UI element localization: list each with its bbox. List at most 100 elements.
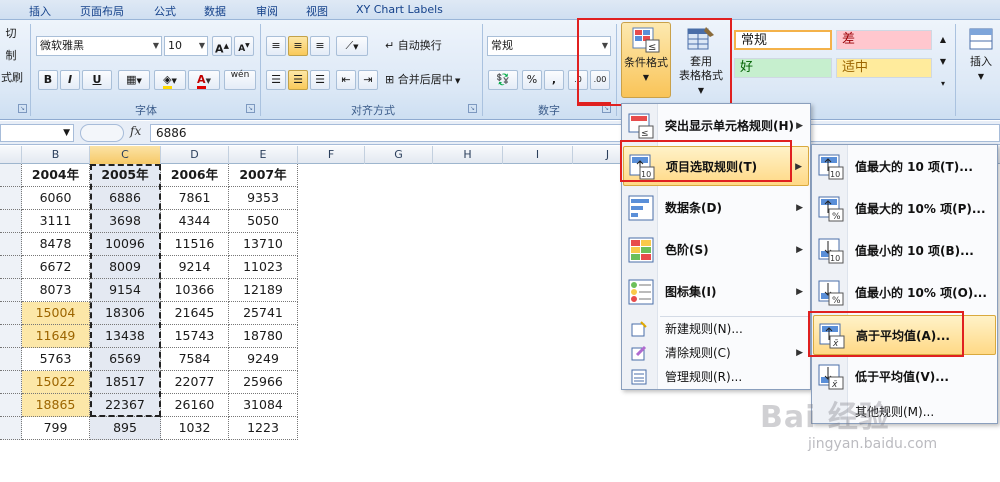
align-center-button[interactable]: ☰	[288, 70, 308, 90]
row-header[interactable]	[0, 279, 22, 302]
table-cell[interactable]: 11649	[22, 325, 90, 348]
menu-item-bottom-10-percent[interactable]: % 值最小的 10% 项(O)...	[813, 273, 996, 313]
cell-style-bad[interactable]: 差	[836, 30, 932, 50]
table-header-cell[interactable]: 2004年	[22, 164, 90, 187]
comma-style-button[interactable]: ,	[544, 70, 564, 90]
tab-data[interactable]: 数据	[204, 3, 226, 19]
table-cell[interactable]: 9154	[90, 279, 161, 302]
format-painter-button[interactable]: 式刷	[0, 68, 24, 88]
menu-item-new-rule[interactable]: 新建规则(N)...	[623, 318, 809, 341]
orientation-button[interactable]: ⟋▼	[336, 36, 368, 56]
align-top-button[interactable]: ≡	[266, 36, 286, 56]
cell-style-normal[interactable]: 常规	[734, 30, 832, 50]
menu-item-color-scales[interactable]: 色阶(S) ▶	[623, 230, 809, 270]
table-cell[interactable]: 8073	[22, 279, 90, 302]
row-header[interactable]	[0, 348, 22, 371]
menu-item-below-average[interactable]: x̄ 低于平均值(V)...	[813, 357, 996, 397]
table-cell[interactable]: 3698	[90, 210, 161, 233]
tab-formulas[interactable]: 公式	[154, 3, 176, 19]
menu-item-data-bars[interactable]: 数据条(D) ▶	[623, 188, 809, 228]
table-header-cell[interactable]: 2005年	[90, 164, 161, 187]
table-cell[interactable]: 9249	[229, 348, 298, 371]
table-cell[interactable]: 799	[22, 417, 90, 440]
grow-font-button[interactable]: A▲	[212, 36, 232, 56]
cell-style-good[interactable]: 好	[734, 58, 832, 78]
table-cell[interactable]: 13438	[90, 325, 161, 348]
fill-color-button[interactable]: ◈▼	[154, 70, 186, 90]
table-cell[interactable]: 6060	[22, 187, 90, 210]
column-header-d[interactable]: D	[161, 146, 229, 164]
tab-insert[interactable]: 插入	[29, 3, 51, 19]
table-cell[interactable]: 8009	[90, 256, 161, 279]
table-cell[interactable]: 15022	[22, 371, 90, 394]
tab-page-layout[interactable]: 页面布局	[80, 3, 124, 19]
align-middle-button[interactable]: ≡	[288, 36, 308, 56]
table-cell[interactable]: 9353	[229, 187, 298, 210]
align-bottom-button[interactable]: ≡	[310, 36, 330, 56]
number-format-combo[interactable]: 常规 ▼	[487, 36, 611, 56]
row-header[interactable]	[0, 325, 22, 348]
table-cell[interactable]: 7861	[161, 187, 229, 210]
table-cell[interactable]: 18865	[22, 394, 90, 417]
font-name-combo[interactable]: 微软雅黑 ▼	[36, 36, 162, 56]
table-cell[interactable]: 895	[90, 417, 161, 440]
phonetic-button[interactable]: wén	[224, 70, 256, 90]
menu-item-icon-sets[interactable]: 图标集(I) ▶	[623, 272, 809, 312]
table-cell[interactable]: 13710	[229, 233, 298, 256]
cell-style-neutral[interactable]: 适中	[836, 58, 932, 78]
tab-xy-chart-labels[interactable]: XY Chart Labels	[356, 3, 443, 16]
menu-item-top-10-items[interactable]: 10 值最大的 10 项(T)...	[813, 147, 996, 187]
table-cell[interactable]: 11516	[161, 233, 229, 256]
table-cell[interactable]: 1223	[229, 417, 298, 440]
conditional-formatting-button[interactable]: ≤ 条件格式 ▼	[621, 22, 671, 98]
column-header-g[interactable]: G	[365, 146, 433, 164]
cut-button[interactable]: 切	[0, 24, 22, 44]
column-header-b[interactable]: B	[22, 146, 90, 164]
table-cell[interactable]: 22077	[161, 371, 229, 394]
insert-function-icon[interactable]: fx	[130, 124, 141, 138]
menu-item-clear-rules[interactable]: 清除规则(C) ▶	[623, 342, 809, 365]
row-header[interactable]	[0, 394, 22, 417]
column-header-h[interactable]: H	[433, 146, 503, 164]
column-header-c[interactable]: C	[90, 146, 161, 164]
menu-item-above-average[interactable]: x̄ 高于平均值(A)...	[813, 315, 996, 355]
align-right-button[interactable]: ☰	[310, 70, 330, 90]
font-launcher-icon[interactable]: ↘	[246, 104, 255, 113]
font-color-button[interactable]: A▼	[188, 70, 220, 90]
shrink-font-button[interactable]: A▼	[234, 36, 254, 56]
table-cell[interactable]: 22367	[90, 394, 161, 417]
table-cell[interactable]: 26160	[161, 394, 229, 417]
underline-button[interactable]: U	[82, 70, 112, 90]
table-cell[interactable]: 6672	[22, 256, 90, 279]
menu-item-top-bottom-rules[interactable]: 10 项目选取规则(T) ▶	[623, 146, 809, 186]
table-header-cell[interactable]: 2006年	[161, 164, 229, 187]
alignment-launcher-icon[interactable]: ↘	[468, 104, 477, 113]
styles-more-icon[interactable]: ▾	[936, 74, 950, 94]
percent-button[interactable]: %	[522, 70, 542, 90]
menu-item-highlight-cells-rules[interactable]: ≤ 突出显示单元格规则(H) ▶	[623, 106, 809, 146]
table-cell[interactable]: 25966	[229, 371, 298, 394]
row-header[interactable]	[0, 417, 22, 440]
row-header[interactable]	[0, 187, 22, 210]
table-cell[interactable]: 10096	[90, 233, 161, 256]
styles-scroll-down-icon[interactable]: ▼	[936, 52, 950, 72]
row-header[interactable]	[0, 302, 22, 325]
table-cell[interactable]: 3111	[22, 210, 90, 233]
tab-review[interactable]: 审阅	[256, 3, 278, 19]
align-left-button[interactable]: ☰	[266, 70, 286, 90]
table-cell[interactable]: 18517	[90, 371, 161, 394]
table-cell[interactable]: 18306	[90, 302, 161, 325]
font-size-combo[interactable]: 10 ▼	[164, 36, 208, 56]
table-cell[interactable]: 1032	[161, 417, 229, 440]
wrap-text-button[interactable]: ↵ 自动换行	[384, 36, 456, 56]
bold-button[interactable]: B	[38, 70, 58, 90]
table-cell[interactable]: 25741	[229, 302, 298, 325]
menu-item-bottom-10-items[interactable]: 10 值最小的 10 项(B)...	[813, 231, 996, 271]
table-cell[interactable]: 9214	[161, 256, 229, 279]
formula-bar-splitter[interactable]	[80, 124, 124, 142]
menu-item-top-10-percent[interactable]: % 值最大的 10% 项(P)...	[813, 189, 996, 229]
row-header[interactable]	[0, 164, 22, 187]
column-header-i[interactable]: I	[503, 146, 573, 164]
table-cell[interactable]: 21645	[161, 302, 229, 325]
table-header-cell[interactable]: 2007年	[229, 164, 298, 187]
